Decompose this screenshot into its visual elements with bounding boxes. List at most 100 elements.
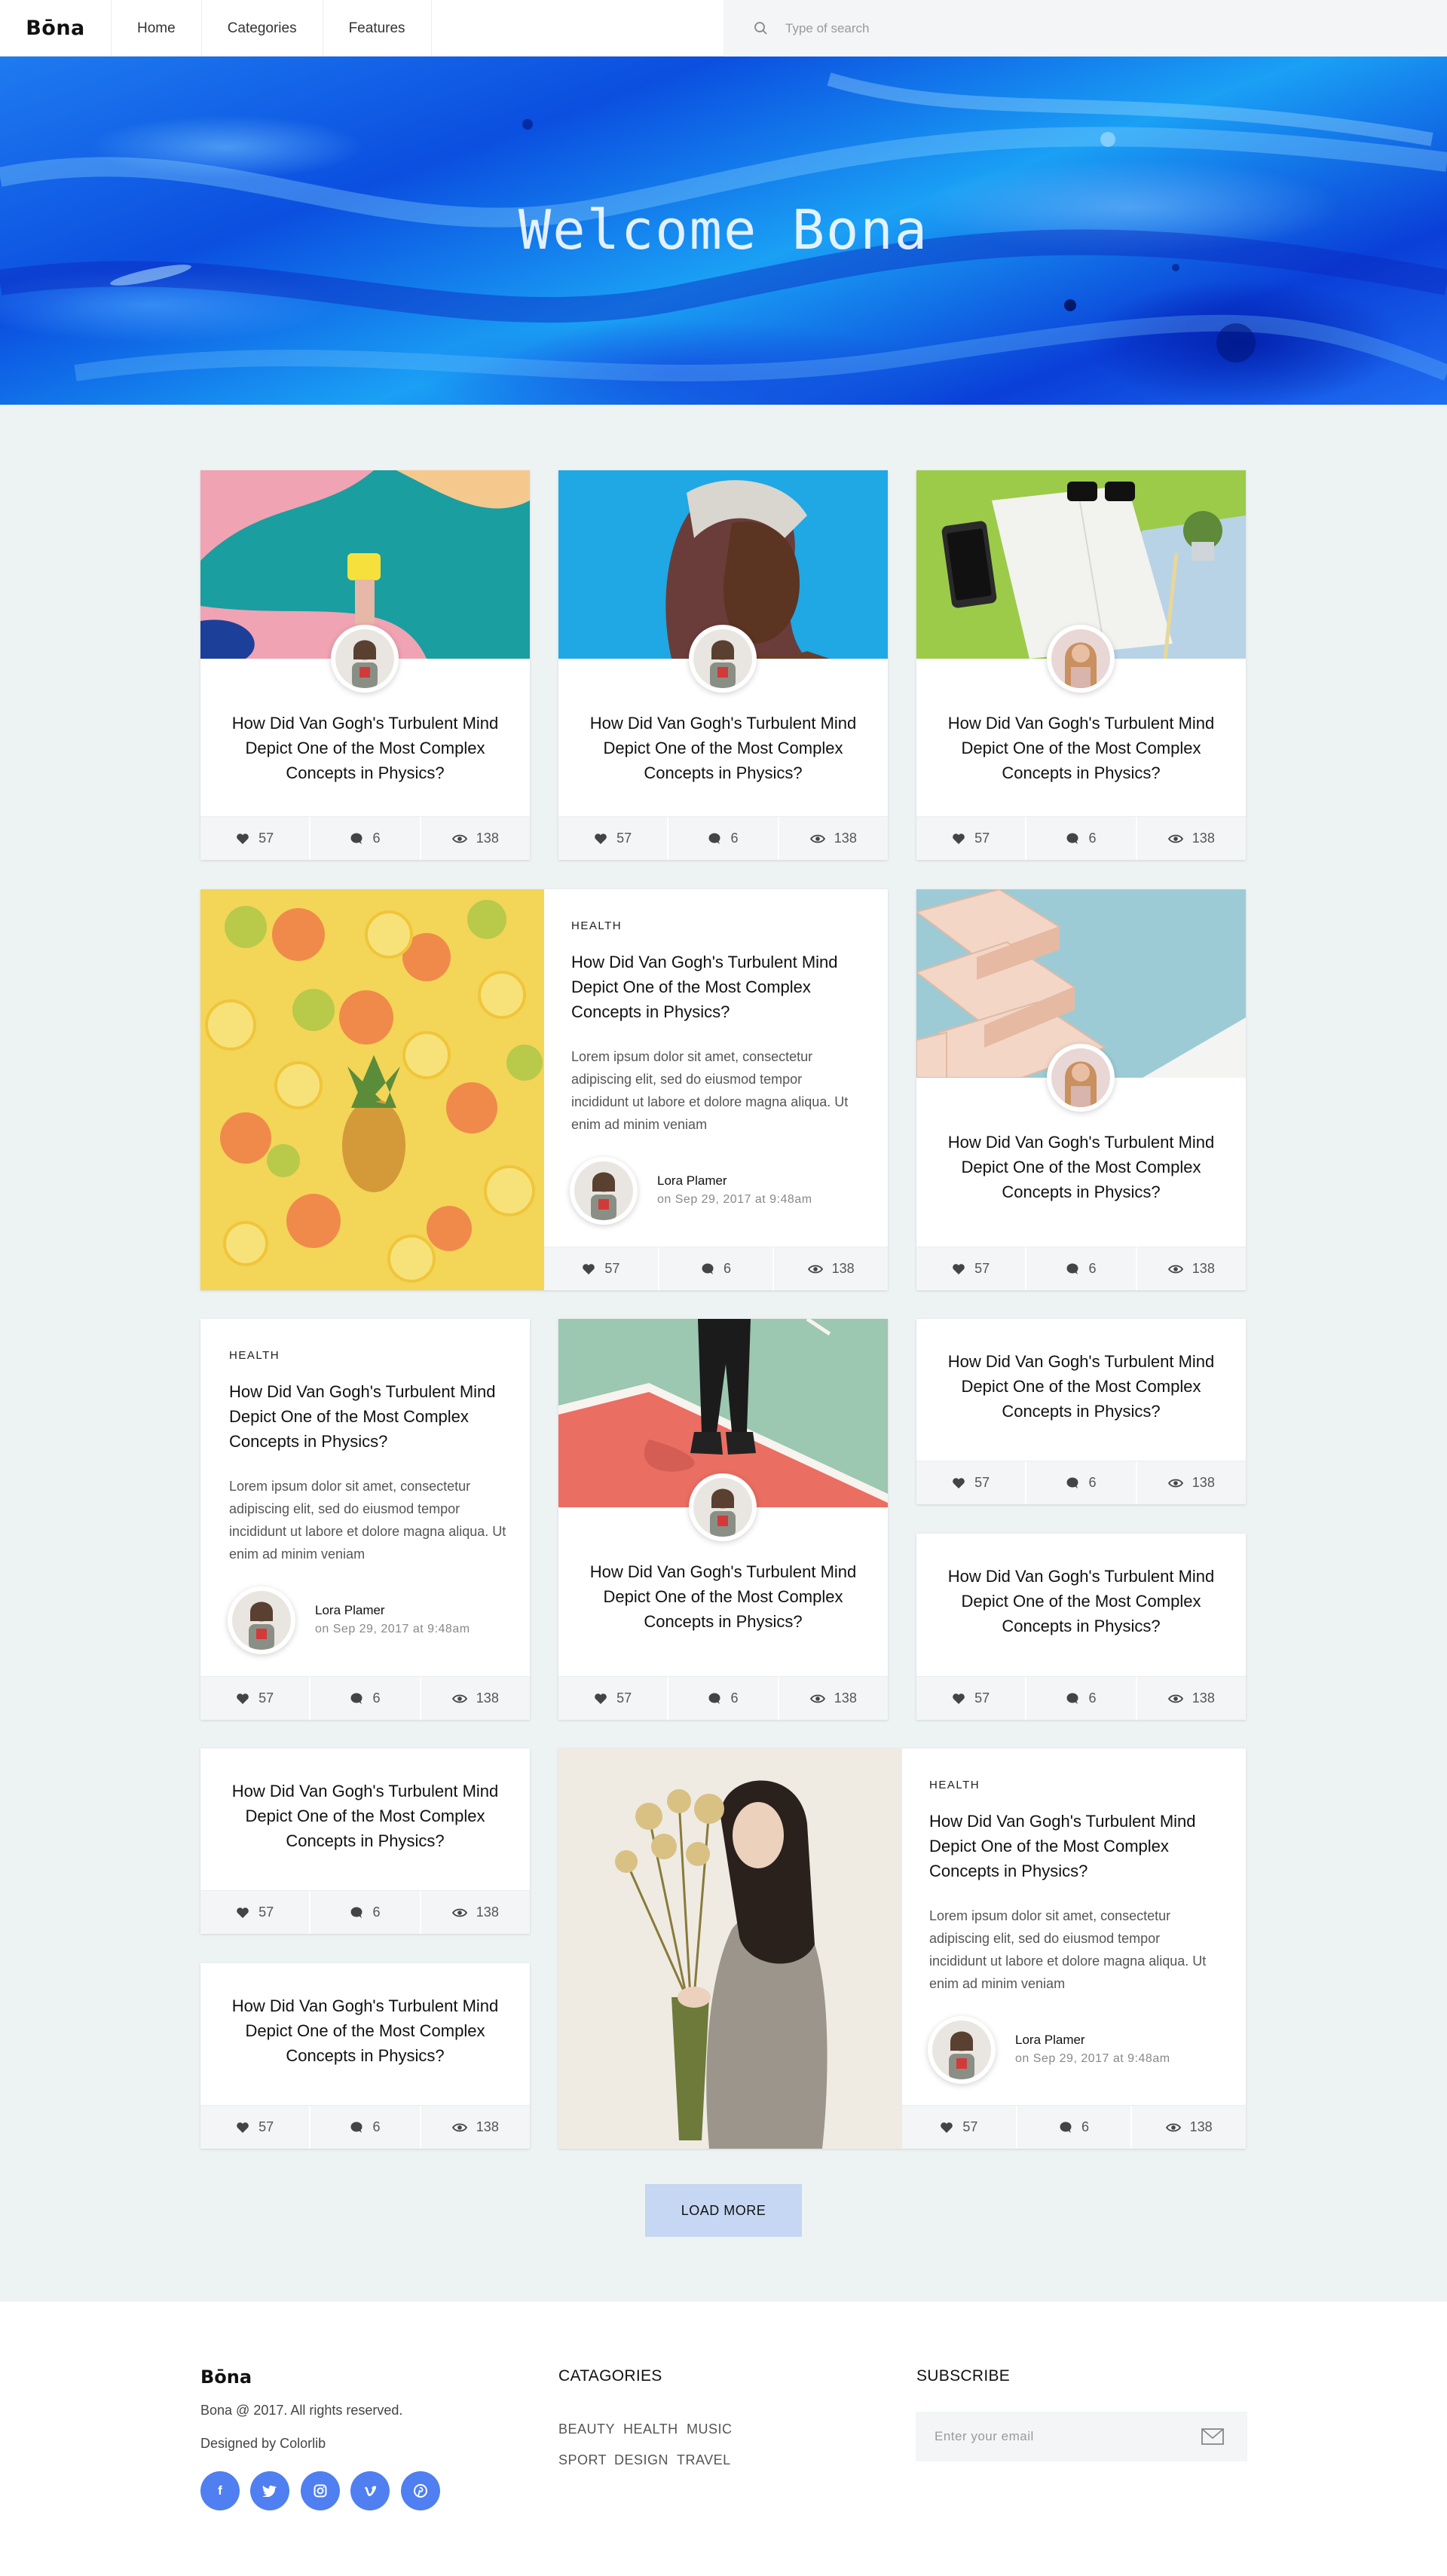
nav-categories[interactable]: Categories bbox=[202, 0, 323, 57]
footer-category-link[interactable]: SPORT bbox=[558, 2452, 607, 2468]
instagram-icon[interactable] bbox=[301, 2471, 340, 2510]
likes-stat[interactable]: 57 bbox=[902, 2106, 1017, 2149]
facebook-icon[interactable]: f bbox=[200, 2471, 240, 2510]
footer-designed-by[interactable]: Designed by Colorlib bbox=[200, 2436, 326, 2452]
nav-home[interactable]: Home bbox=[112, 0, 202, 57]
envelope-icon[interactable] bbox=[1201, 2428, 1224, 2445]
footer-category-link[interactable]: MUSIC bbox=[687, 2422, 733, 2437]
nav-features[interactable]: Features bbox=[323, 0, 432, 57]
comments-stat[interactable]: 6 bbox=[311, 1677, 421, 1720]
post-card[interactable]: How Did Van Gogh's Turbulent Mind Depict… bbox=[916, 889, 1246, 1290]
footer-logo[interactable]: Bōna bbox=[200, 2366, 252, 2388]
likes-stat[interactable]: 57 bbox=[200, 1677, 311, 1720]
search-icon[interactable] bbox=[754, 21, 769, 36]
views-stat[interactable]: 138 bbox=[779, 817, 888, 860]
likes-stat[interactable]: 57 bbox=[916, 1461, 1027, 1504]
twitter-icon[interactable] bbox=[250, 2471, 289, 2510]
comments-stat[interactable]: 6 bbox=[659, 1247, 775, 1290]
likes-stat[interactable]: 57 bbox=[200, 1891, 311, 1934]
post-image[interactable] bbox=[558, 1748, 902, 2149]
post-card[interactable]: How Did Van Gogh's Turbulent Mind Depict… bbox=[558, 470, 888, 860]
post-title[interactable]: How Did Van Gogh's Turbulent Mind Depict… bbox=[929, 1809, 1219, 1883]
post-title[interactable]: How Did Van Gogh's Turbulent Mind Depict… bbox=[939, 1349, 1223, 1424]
likes-stat[interactable]: 57 bbox=[558, 817, 669, 860]
post-title[interactable]: How Did Van Gogh's Turbulent Mind Depict… bbox=[581, 1559, 865, 1634]
views-stat[interactable]: 138 bbox=[1137, 1461, 1246, 1504]
post-card[interactable]: How Did Van Gogh's Turbulent Mind Depict… bbox=[200, 1963, 530, 2149]
post-card[interactable]: How Did Van Gogh's Turbulent Mind Depict… bbox=[200, 1748, 530, 1934]
comments-stat[interactable]: 6 bbox=[311, 1891, 421, 1934]
post-title[interactable]: How Did Van Gogh's Turbulent Mind Depict… bbox=[223, 1993, 507, 2068]
post-category[interactable]: HEALTH bbox=[229, 1349, 280, 1362]
comments-stat[interactable]: 6 bbox=[1026, 817, 1137, 860]
likes-stat[interactable]: 57 bbox=[544, 1247, 659, 1290]
author-avatar[interactable] bbox=[1047, 625, 1115, 693]
search-input[interactable] bbox=[785, 20, 1087, 36]
post-category[interactable]: HEALTH bbox=[929, 1779, 980, 1791]
post-image[interactable] bbox=[200, 889, 544, 1290]
featured-post-card[interactable]: HEALTH How Did Van Gogh's Turbulent Mind… bbox=[558, 1748, 1246, 2149]
post-title[interactable]: How Did Van Gogh's Turbulent Mind Depict… bbox=[939, 711, 1223, 785]
post-title[interactable]: How Did Van Gogh's Turbulent Mind Depict… bbox=[223, 1779, 507, 1853]
author-avatar[interactable] bbox=[228, 1586, 295, 1654]
likes-stat[interactable]: 57 bbox=[558, 1677, 669, 1720]
load-more-button[interactable]: LOAD MORE bbox=[645, 2184, 802, 2237]
views-stat[interactable]: 138 bbox=[774, 1247, 888, 1290]
comments-stat[interactable]: 6 bbox=[668, 1677, 779, 1720]
author-avatar[interactable] bbox=[689, 1473, 757, 1541]
footer-category-link[interactable]: TRAVEL bbox=[677, 2452, 731, 2468]
likes-stat[interactable]: 57 bbox=[200, 2106, 311, 2149]
post-title[interactable]: How Did Van Gogh's Turbulent Mind Depict… bbox=[229, 1379, 507, 1454]
post-title[interactable]: How Did Van Gogh's Turbulent Mind Depict… bbox=[939, 1130, 1223, 1204]
post-category[interactable]: HEALTH bbox=[571, 919, 622, 932]
author-avatar[interactable] bbox=[570, 1157, 638, 1225]
footer-category-link[interactable]: BEAUTY bbox=[558, 2422, 615, 2437]
comments-stat[interactable]: 6 bbox=[668, 817, 779, 860]
views-stat[interactable]: 138 bbox=[421, 1891, 530, 1934]
site-logo[interactable]: Bōna bbox=[0, 0, 112, 57]
comments-stat[interactable]: 6 bbox=[311, 817, 421, 860]
post-title[interactable]: How Did Van Gogh's Turbulent Mind Depict… bbox=[223, 711, 507, 785]
post-date: on Sep 29, 2017 at 9:48am bbox=[1015, 2052, 1170, 2065]
views-stat[interactable]: 138 bbox=[421, 2106, 530, 2149]
post-card[interactable]: How Did Van Gogh's Turbulent Mind Depict… bbox=[916, 1534, 1246, 1720]
footer-category-link[interactable]: DESIGN bbox=[614, 2452, 668, 2468]
author-avatar[interactable] bbox=[928, 2016, 996, 2084]
likes-stat[interactable]: 57 bbox=[916, 1247, 1027, 1290]
views-stat[interactable]: 138 bbox=[1137, 817, 1246, 860]
views-stat[interactable]: 138 bbox=[421, 1677, 530, 1720]
footer-category-link[interactable]: HEALTH bbox=[623, 2422, 678, 2437]
author-avatar[interactable] bbox=[331, 625, 399, 693]
comments-stat[interactable]: 6 bbox=[1026, 1677, 1137, 1720]
post-title[interactable]: How Did Van Gogh's Turbulent Mind Depict… bbox=[571, 950, 861, 1024]
comments-stat[interactable]: 6 bbox=[311, 2106, 421, 2149]
author-avatar[interactable] bbox=[689, 625, 757, 693]
likes-stat[interactable]: 57 bbox=[916, 1677, 1027, 1720]
post-title[interactable]: How Did Van Gogh's Turbulent Mind Depict… bbox=[581, 711, 865, 785]
author-avatar[interactable] bbox=[1047, 1044, 1115, 1112]
comments-stat[interactable]: 6 bbox=[1017, 2106, 1133, 2149]
likes-stat[interactable]: 57 bbox=[916, 817, 1027, 860]
post-card[interactable]: How Did Van Gogh's Turbulent Mind Depict… bbox=[916, 1319, 1246, 1504]
post-card[interactable]: How Did Van Gogh's Turbulent Mind Depict… bbox=[200, 470, 530, 860]
email-field[interactable] bbox=[935, 2429, 1183, 2444]
author-name[interactable]: Lora Plamer bbox=[315, 1603, 385, 1618]
post-title[interactable]: How Did Van Gogh's Turbulent Mind Depict… bbox=[939, 1564, 1223, 1638]
post-card[interactable]: How Did Van Gogh's Turbulent Mind Depict… bbox=[558, 1319, 888, 1720]
comments-stat[interactable]: 6 bbox=[1026, 1461, 1137, 1504]
vimeo-icon[interactable] bbox=[350, 2471, 390, 2510]
author-name[interactable]: Lora Plamer bbox=[1015, 2033, 1085, 2048]
views-stat[interactable]: 138 bbox=[421, 817, 530, 860]
views-stat[interactable]: 138 bbox=[779, 1677, 888, 1720]
pinterest-icon[interactable] bbox=[401, 2471, 440, 2510]
views-stat[interactable]: 138 bbox=[1137, 1247, 1246, 1290]
views-stat[interactable]: 138 bbox=[1137, 1677, 1246, 1720]
post-card[interactable]: How Did Van Gogh's Turbulent Mind Depict… bbox=[916, 470, 1246, 860]
featured-post-card[interactable]: HEALTH How Did Van Gogh's Turbulent Mind… bbox=[200, 889, 888, 1290]
views-stat[interactable]: 138 bbox=[1132, 2106, 1246, 2149]
comments-stat[interactable]: 6 bbox=[1026, 1247, 1137, 1290]
likes-stat[interactable]: 57 bbox=[200, 817, 311, 860]
subscribe-form bbox=[916, 2412, 1247, 2461]
author-name[interactable]: Lora Plamer bbox=[657, 1173, 727, 1189]
post-card[interactable]: HEALTH How Did Van Gogh's Turbulent Mind… bbox=[200, 1319, 530, 1720]
